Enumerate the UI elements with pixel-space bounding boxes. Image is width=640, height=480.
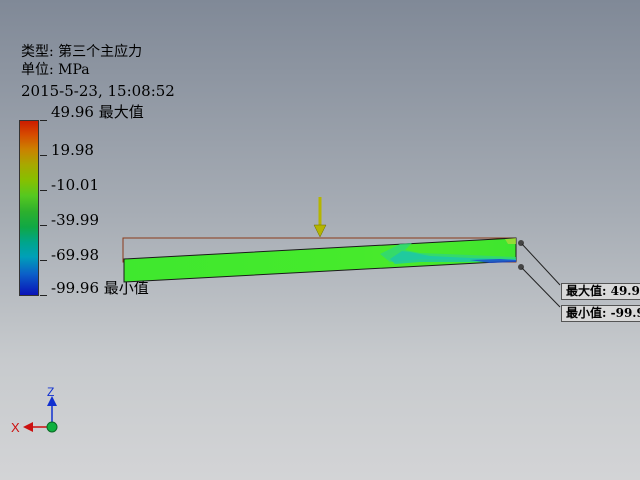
min-leader-line — [521, 267, 561, 308]
min-value-probe[interactable]: 最小值: -99.9 — [561, 305, 640, 322]
max-value-probe[interactable]: 最大值: 49.9 — [561, 283, 640, 300]
max-leader-line — [521, 243, 561, 286]
model-viewport[interactable] — [0, 0, 640, 480]
load-arrow-icon[interactable] — [313, 224, 327, 238]
